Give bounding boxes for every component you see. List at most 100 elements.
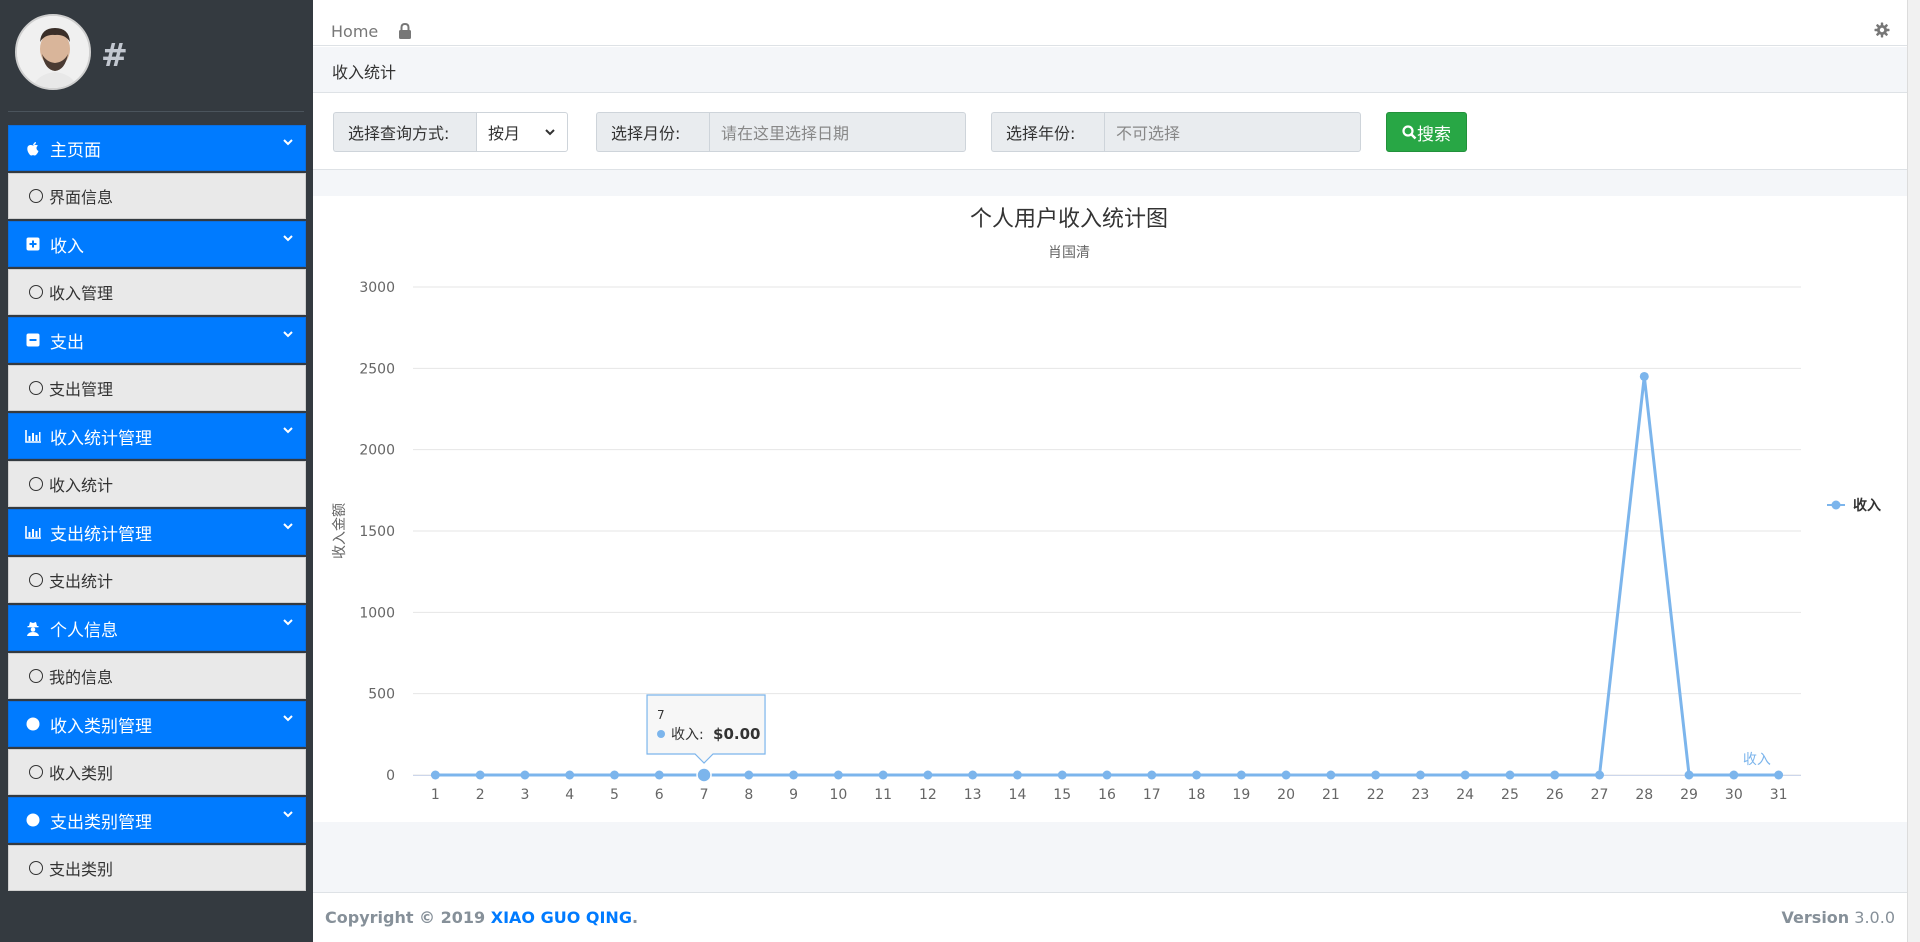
data-point (1774, 770, 1784, 780)
lock-icon[interactable] (398, 22, 412, 43)
data-point (1012, 770, 1022, 780)
data-point (744, 770, 754, 780)
top-navbar: Home (313, 0, 1907, 46)
chevron-down-icon[interactable] (281, 135, 295, 149)
chevron-down-icon[interactable] (281, 711, 295, 725)
sidebar-item-my-info[interactable]: 我的信息 (8, 653, 306, 699)
y-tick-label: 500 (368, 687, 395, 703)
apple-icon (25, 140, 41, 156)
month-group: 选择月份: 请在这里选择日期 (596, 112, 966, 152)
sidebar-item-income-management[interactable]: 收入管理 (8, 269, 306, 315)
y-axis-label: 收入金额 (332, 503, 348, 559)
data-point (1147, 770, 1157, 780)
data-point (475, 770, 485, 780)
y-tick-label: 1000 (359, 605, 395, 621)
year-input[interactable]: 不可选择 (1104, 112, 1361, 152)
data-point (565, 770, 575, 780)
chevron-down-icon[interactable] (281, 423, 295, 437)
x-tick-label: 31 (1770, 787, 1788, 803)
x-tick-label: 14 (1009, 787, 1027, 803)
version: Version 3.0.0 (1782, 908, 1895, 927)
y-tick-label: 0 (386, 768, 395, 784)
chevron-down-icon[interactable] (281, 327, 295, 341)
x-tick-label: 7 (700, 787, 709, 803)
sidebar-item-income-stats[interactable]: 收入统计 (8, 461, 306, 507)
avatar-image (17, 16, 89, 88)
sidebar-item-label: 我的信息 (49, 668, 114, 687)
data-point (1057, 770, 1067, 780)
sidebar-group-label: 收入类别管理 (50, 716, 152, 737)
chevron-down-icon (545, 129, 555, 136)
query-mode-select[interactable]: 按月 (476, 112, 568, 152)
sidebar-group-label: 收入统计管理 (50, 428, 152, 449)
sidebar-group-label: 个人信息 (50, 620, 118, 641)
data-point (1550, 770, 1560, 780)
legend-marker (1831, 500, 1841, 510)
sidebar-item-label: 支出统计 (49, 572, 114, 591)
data-point (1236, 770, 1246, 780)
tooltip-marker (657, 730, 666, 738)
gear-icon[interactable] (1874, 22, 1890, 42)
month-input[interactable]: 请在这里选择日期 (709, 112, 966, 152)
minus-square-icon (25, 332, 41, 348)
sidebar-item-expense-stats[interactable]: 支出统计 (8, 557, 306, 603)
sidebar-item-expense-management[interactable]: 支出管理 (8, 365, 306, 411)
copyright-link[interactable]: XIAO GUO QING (491, 908, 632, 927)
x-tick-label: 6 (655, 787, 664, 803)
x-tick-label: 16 (1098, 787, 1116, 803)
sidebar-group-label: 收入 (50, 236, 84, 257)
data-point (923, 770, 933, 780)
sidebar-item-label: 收入管理 (49, 284, 114, 303)
sidebar-group-expense-category[interactable]: 支出类别管理 (8, 797, 306, 843)
x-tick-label: 30 (1725, 787, 1743, 803)
circle-outline-icon (29, 861, 43, 875)
brand-title[interactable]: # (101, 36, 128, 74)
x-tick-label: 18 (1188, 787, 1206, 803)
search-button[interactable]: 搜索 (1386, 112, 1467, 152)
data-point (1684, 770, 1694, 780)
data-point (789, 770, 799, 780)
data-point (1415, 770, 1425, 780)
data-point (1326, 770, 1336, 780)
data-point (609, 770, 619, 780)
sidebar-item-income-category[interactable]: 收入类别 (8, 749, 306, 795)
chevron-down-icon[interactable] (281, 615, 295, 629)
x-tick-label: 9 (789, 787, 798, 803)
chevron-down-icon[interactable] (281, 807, 295, 821)
sidebar-group-expense-stats[interactable]: 支出统计管理 (8, 509, 306, 555)
sidebar-group-income[interactable]: 收入 (8, 221, 306, 267)
x-tick-label: 23 (1412, 787, 1430, 803)
sidebar-group-label: 支出 (50, 332, 84, 353)
data-point (1192, 770, 1202, 780)
hover-data-point (696, 767, 712, 783)
avatar[interactable] (15, 14, 91, 90)
content-gap (313, 170, 1907, 196)
data-point (1460, 770, 1470, 780)
chevron-down-icon[interactable] (281, 519, 295, 533)
chevron-down-icon[interactable] (281, 231, 295, 245)
nav-home-link[interactable]: Home (331, 22, 378, 41)
query-mode-value: 按月 (488, 124, 521, 143)
sidebar-group-personal-info[interactable]: 个人信息 (8, 605, 306, 651)
breadcrumb-bar: 收入统计 (313, 47, 1907, 93)
sidebar-group-label: 支出类别管理 (50, 812, 152, 833)
sidebar-item-interface-info[interactable]: 界面信息 (8, 173, 306, 219)
footer: Copyright © 2019 XIAO GUO QING. Version … (313, 892, 1907, 942)
copyright-prefix: Copyright © 2019 (325, 908, 491, 927)
sidebar-group-home[interactable]: 主页面 (8, 125, 306, 171)
y-tick-label: 1500 (359, 524, 395, 540)
sidebar-item-expense-category[interactable]: 支出类别 (8, 845, 306, 891)
scrollbar[interactable] (1907, 0, 1920, 942)
sidebar-group-expense[interactable]: 支出 (8, 317, 306, 363)
breadcrumb: 收入统计 (332, 63, 397, 82)
data-point (1595, 770, 1605, 780)
sidebar-group-income-stats[interactable]: 收入统计管理 (8, 413, 306, 459)
data-point (878, 770, 888, 780)
x-tick-label: 15 (1053, 787, 1071, 803)
sidebar-item-label: 收入类别 (49, 764, 114, 783)
data-point (1371, 770, 1381, 780)
x-tick-label: 12 (919, 787, 937, 803)
circle-outline-icon (29, 189, 43, 203)
sidebar-group-income-category[interactable]: 收入类别管理 (8, 701, 306, 747)
circle-outline-icon (29, 381, 43, 395)
